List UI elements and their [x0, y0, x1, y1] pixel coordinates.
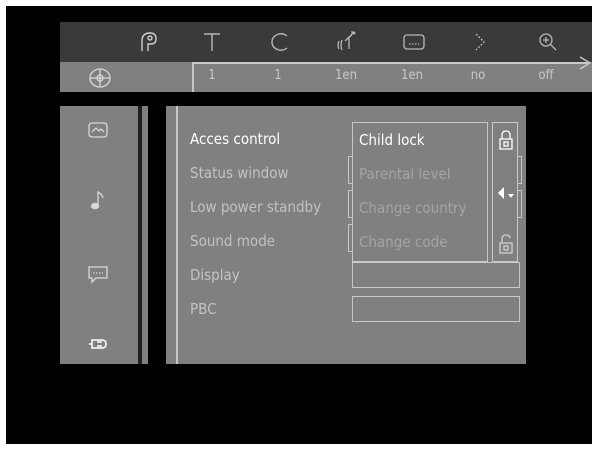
audio-value: 1en: [334, 68, 358, 83]
submenu-item-parental-level[interactable]: Parental level: [359, 161, 451, 187]
menu-item-access-control[interactable]: Acces control: [190, 126, 280, 152]
angle-icon[interactable]: [128, 26, 168, 58]
language-settings-icon[interactable]: [78, 256, 118, 292]
dvd-osd-screen: 1 1 1en 1en no off Acces control Status …: [6, 6, 592, 444]
menu-item-low-power-standby[interactable]: Low power standby: [190, 194, 321, 220]
access-control-submenu: Child lock Parental level Change country…: [352, 122, 488, 262]
step-icon[interactable]: [460, 26, 500, 58]
lock-options: [492, 122, 518, 262]
chapter-icon[interactable]: [260, 26, 300, 58]
menu-item-status-window[interactable]: Status window: [190, 160, 289, 186]
subtitle-value: 1en: [400, 68, 424, 83]
submenu-item-change-country[interactable]: Change country: [359, 195, 467, 221]
features-settings-icon[interactable]: [78, 326, 118, 362]
submenu-item-child-lock[interactable]: Child lock: [359, 127, 425, 153]
submenu-item-change-code[interactable]: Change code: [359, 229, 448, 255]
selection-pointer-icon: [498, 187, 514, 199]
zoom-icon[interactable]: [528, 26, 568, 58]
menu-item-display[interactable]: Display: [190, 262, 240, 288]
display-field[interactable]: [352, 262, 520, 288]
lock-closed-icon[interactable]: [497, 129, 515, 151]
disc-icon: [70, 66, 130, 90]
settings-sidebar: [60, 106, 148, 364]
status-icon-row: [60, 22, 592, 62]
step-value: no: [470, 68, 486, 83]
arrow-right-icon: [579, 56, 592, 70]
status-bar: 1 1 1en 1en no off: [60, 22, 592, 92]
zoom-value: off: [538, 68, 554, 83]
status-line: [194, 62, 588, 64]
title-icon[interactable]: [192, 26, 232, 58]
picture-settings-icon[interactable]: [78, 112, 118, 148]
subtitle-icon[interactable]: [394, 26, 434, 58]
title-value: 1: [208, 68, 216, 83]
menu-item-sound-mode[interactable]: Sound mode: [190, 228, 275, 254]
sound-settings-icon[interactable]: [78, 182, 118, 218]
lock-open-icon[interactable]: [497, 233, 515, 255]
menu-item-pbc[interactable]: PBC: [190, 296, 217, 322]
settings-panel: Acces control Status window Low power st…: [166, 106, 526, 364]
chapter-value: 1: [274, 68, 282, 83]
audio-language-icon[interactable]: [326, 26, 366, 58]
pbc-field[interactable]: [352, 296, 520, 322]
